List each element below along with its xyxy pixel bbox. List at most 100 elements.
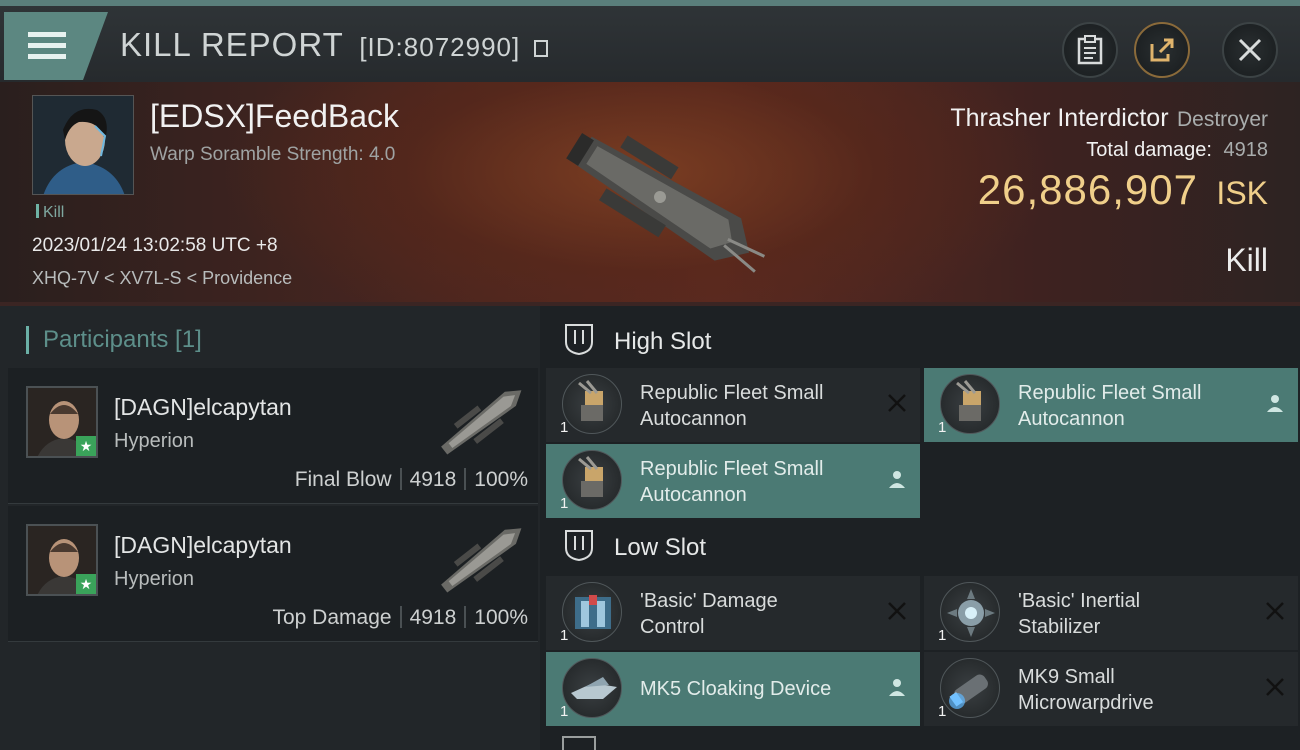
warp-scramble-strength: Warp Soramble Strength: 4.0: [150, 144, 396, 165]
page-title-text: KILL REPORT: [120, 26, 344, 63]
participant-stats: Top Damage 4918 100%: [272, 606, 528, 630]
module-name-line1: Republic Fleet Small: [640, 382, 824, 404]
module-name: Republic Fleet Small Autocannon: [1018, 380, 1258, 432]
module-name: MK9 Small Microwarpdrive: [1018, 664, 1258, 716]
participant-name[interactable]: [DAGN]elcapytan: [114, 394, 292, 421]
low-slot-icon: [565, 530, 593, 562]
module-name-line2: Autocannon: [640, 408, 747, 430]
module-slot[interactable]: 1 Republic Fleet Small Autocannon: [546, 368, 920, 442]
dropped-person-icon: [889, 679, 905, 696]
high-slot-label: High Slot: [614, 328, 712, 355]
participant-ship: Hyperion: [114, 568, 195, 590]
module-slot[interactable]: 1 MK5 Cloaking Device: [546, 652, 920, 726]
participant-ship: Hyperion: [114, 430, 195, 452]
participants-title: Participants [1]: [26, 326, 202, 354]
microwarpdrive-icon: [940, 658, 1000, 718]
module-quantity: 1: [560, 495, 569, 512]
page-title: KILL REPORT [ID:8072990]: [120, 26, 549, 64]
kill-timestamp: 2023/01/24 13:02:58 UTC +8: [32, 235, 278, 256]
module-name-line1: 'Basic' Inertial: [1018, 590, 1141, 612]
ship-info: Thrasher Interdictor Destroyer Total dam…: [950, 104, 1268, 214]
module-name-line2: Microwarpdrive: [1018, 692, 1154, 714]
participant-ship-image: [441, 528, 522, 593]
header-bar: KILL REPORT [ID:8072990]: [0, 0, 1300, 82]
next-slot-header-partial: [562, 736, 596, 750]
result-label: Kill: [1225, 242, 1268, 278]
share-button[interactable]: [1134, 22, 1190, 78]
module-name-line2: Stabilizer: [1018, 616, 1101, 638]
fitting-panel: High Slot 1 Republic Fleet Small Autocan…: [540, 306, 1300, 750]
menu-button[interactable]: [4, 12, 108, 80]
isk-value: 26,886,907: [977, 166, 1198, 213]
ship-class: Destroyer: [1176, 108, 1268, 131]
close-icon: [1238, 38, 1262, 62]
module-quantity: 1: [560, 703, 569, 720]
participants-panel: Participants [1] ★ [DAGN]elcapytan Hyper…: [0, 306, 540, 750]
module-name: Republic Fleet Small Autocannon: [640, 380, 880, 432]
clipboard-button[interactable]: [1062, 22, 1118, 78]
participant-role: Top Damage: [272, 606, 392, 629]
low-slot-label: Low Slot: [614, 534, 707, 561]
destroyed-icon: [1266, 602, 1284, 620]
module-quantity: 1: [560, 627, 569, 644]
participant-stats: Final Blow 4918 100%: [295, 468, 528, 492]
participant-damage: 4918: [409, 606, 457, 629]
cloaking-device-icon: [562, 658, 622, 718]
autocannon-icon: [562, 374, 622, 434]
module-name-line1: Republic Fleet Small: [1018, 382, 1202, 404]
kill-location[interactable]: XHQ-7V < XV7L-S < Providence: [32, 268, 292, 289]
autocannon-icon: [562, 450, 622, 510]
ship-name[interactable]: Thrasher Interdictor: [950, 104, 1168, 132]
share-icon: [1150, 38, 1174, 62]
isk-row: 26,886,907 ISK: [950, 166, 1268, 214]
victim-name[interactable]: [EDSX]FeedBack: [150, 98, 399, 135]
module-name: Republic Fleet Small Autocannon: [640, 456, 880, 508]
star-icon: ★: [76, 436, 96, 456]
dropped-person-icon: [889, 471, 905, 488]
character-portrait-icon: [33, 96, 133, 194]
destroyed-icon: [888, 602, 906, 620]
high-slot-icon: [565, 324, 593, 356]
dropped-person-icon: [1267, 395, 1283, 412]
victim-ship-image[interactable]: [540, 92, 780, 302]
total-damage-value: 4918: [1223, 139, 1269, 161]
module-slot[interactable]: 1 'Basic' Damage Control: [546, 576, 920, 650]
participant-name[interactable]: [DAGN]elcapytan: [114, 532, 292, 559]
avatar: ★: [26, 524, 98, 596]
participant-percent: 100%: [474, 468, 528, 491]
participant-card[interactable]: ★ [DAGN]elcapytan Hyperion Final Blow 491…: [8, 368, 538, 504]
module-slot[interactable]: 1 'Basic' Inertial Stabilizer: [924, 576, 1298, 650]
copy-icon[interactable]: [534, 40, 549, 57]
victim-portrait[interactable]: [32, 95, 134, 195]
module-name-line2: Control: [640, 616, 705, 638]
module-slot[interactable]: 1 Republic Fleet Small Autocannon: [924, 368, 1298, 442]
destroyed-icon: [1266, 678, 1284, 696]
module-name-line1: MK9 Small: [1018, 666, 1115, 688]
participant-card[interactable]: ★ [DAGN]elcapytan Hyperion Top Damage 491…: [8, 506, 538, 642]
clipboard-icon: [1077, 35, 1103, 65]
avatar: ★: [26, 386, 98, 458]
hamburger-icon: [28, 32, 66, 65]
module-slot[interactable]: 1 Republic Fleet Small Autocannon: [546, 444, 920, 518]
module-name: 'Basic' Damage Control: [640, 588, 880, 640]
kill-id: [ID:8072990]: [359, 32, 521, 62]
module-quantity: 1: [938, 627, 947, 644]
module-slot[interactable]: 1 MK9 Small Microwarpdrive: [924, 652, 1298, 726]
destroyed-icon: [888, 394, 906, 412]
close-button[interactable]: [1222, 22, 1278, 78]
participant-percent: 100%: [474, 606, 528, 629]
module-quantity: 1: [938, 419, 947, 436]
module-quantity: 1: [938, 703, 947, 720]
module-name-line2: Autocannon: [1018, 408, 1125, 430]
participant-damage: 4918: [409, 468, 457, 491]
module-name: 'Basic' Inertial Stabilizer: [1018, 588, 1258, 640]
module-name-line2: Autocannon: [640, 484, 747, 506]
kill-tag: Kill: [36, 204, 64, 222]
isk-unit: ISK: [1216, 175, 1268, 211]
victim-banner: [EDSX]FeedBack Warp Soramble Strength: 4…: [0, 82, 1300, 306]
total-damage-row: Total damage: 4918: [950, 139, 1268, 162]
module-name-line1: Republic Fleet Small: [640, 458, 824, 480]
total-damage-label: Total damage:: [1086, 139, 1212, 161]
module-name-line1: MK5 Cloaking Device: [640, 678, 832, 700]
module-name: MK5 Cloaking Device: [640, 676, 880, 702]
